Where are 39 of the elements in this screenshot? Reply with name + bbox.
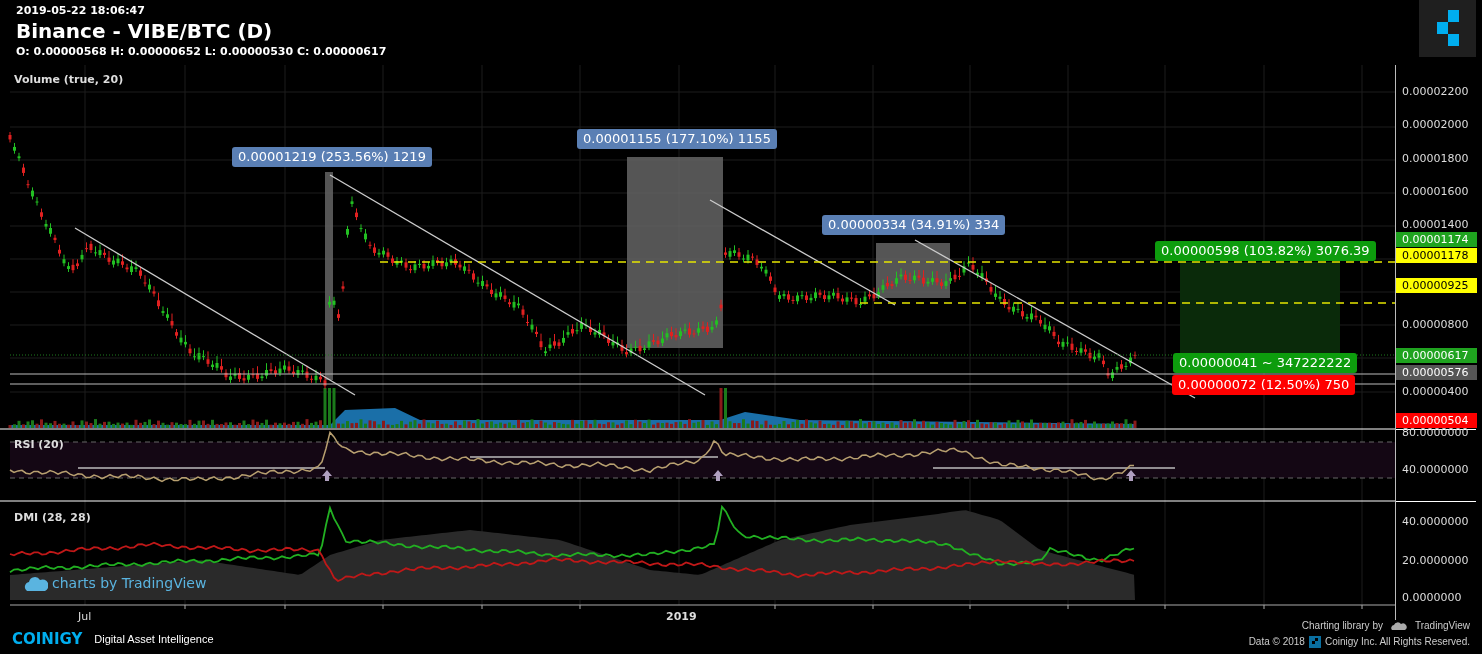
price-tick: 0.00001600 (1402, 185, 1469, 199)
dmi-tick: 20.0000000 (1402, 554, 1469, 568)
indicator-label: DMI (28, 28) (14, 510, 91, 526)
chart-title: Binance - VIBE/BTC (D) (16, 18, 274, 44)
price-badge: 0.00000576 (1396, 365, 1477, 380)
price-tick: 0.00001400 (1402, 218, 1469, 233)
axis-label: Jul (78, 609, 92, 625)
price-tick: 0.00001800 (1402, 151, 1469, 166)
measure-label: 0.00000334 (34.91%) 334 (822, 215, 1006, 235)
dmi-tick: 0.0000000 (1402, 591, 1462, 605)
measure-label: 0.00000072 (12.50%) 750 (1172, 375, 1356, 395)
rsi-tick: 80.0000000 (1402, 426, 1469, 440)
timestamp: 2019-05-22 18:06:47 (16, 4, 146, 18)
tagline: Digital Asset Intelligence (94, 631, 214, 647)
copyright-text: Data © 2018 (1248, 635, 1305, 649)
price-badge: 0.00001174 (1396, 232, 1477, 247)
axis-label: 2019 (666, 609, 697, 625)
indicator-label: Volume (true, 20) (14, 72, 124, 88)
price-tick: 0.00002200 (1402, 85, 1469, 99)
measure-label: 0.00001219 (253.56%) 1219 (232, 147, 432, 167)
price-badge: 0.00000617 (1396, 348, 1477, 363)
price-badge: 0.00000504 (1396, 413, 1477, 428)
library-credit: Charting library by (1301, 619, 1383, 633)
copyright-text: Coinigy Inc. All Rights Reserved. (1324, 635, 1470, 649)
ohlc-values: O: 0.00000568 H: 0.00000652 L: 0.00000530 C: 0.00000617 (16, 44, 387, 60)
dmi-tick: 40.0000000 (1402, 515, 1469, 529)
price-badge: 0.00001178 (1396, 248, 1477, 263)
attribution-text: charts by TradingView (52, 574, 207, 593)
brand-logo: COINIGY (12, 628, 83, 650)
price-badge: 0.00000925 (1396, 278, 1477, 293)
measure-label: 0.00001155 (177.10%) 1155 (577, 129, 777, 149)
price-tick: 0.00000800 (1402, 318, 1469, 333)
library-name: TradingView (1414, 619, 1470, 633)
rsi-tick: 40.0000000 (1402, 463, 1469, 477)
price-tick: 0.00002000 (1402, 118, 1469, 133)
price-tick: 0.00000400 (1402, 385, 1469, 399)
measure-label: 0.00000041 ~ 347222222 (1173, 353, 1358, 373)
measure-label: 0.00000598 (103.82%) 3076.39 (1155, 241, 1376, 261)
indicator-label: RSI (20) (14, 437, 64, 453)
